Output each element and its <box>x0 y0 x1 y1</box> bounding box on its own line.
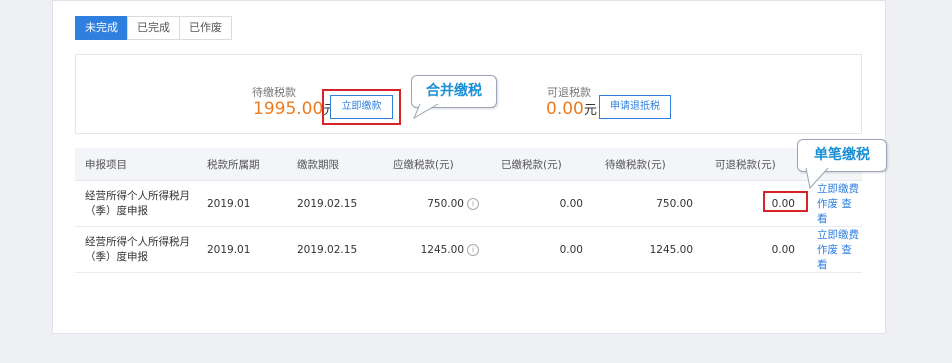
row-refundable: 0.00 <box>705 226 807 273</box>
tax-items-table: 申报项目 税款所属期 缴款期限 应缴税款(元) 已缴税款(元) 待缴税款(元) … <box>75 148 862 273</box>
row-item: 经营所得个人所得税月（季）度申报 <box>75 180 197 227</box>
info-icon[interactable]: i <box>467 197 479 210</box>
row-paid: 0.00 <box>491 180 595 227</box>
header-due: 应缴税款(元) <box>383 148 491 181</box>
row-due-value: 750.00 <box>427 197 464 210</box>
table-header-row: 申报项目 税款所属期 缴款期限 应缴税款(元) 已缴税款(元) 待缴税款(元) … <box>75 148 862 181</box>
header-period: 税款所属期 <box>197 148 287 181</box>
row-paid: 0.00 <box>491 226 595 273</box>
refundable-tax-unit: 元 <box>583 103 597 118</box>
tab-finished[interactable]: 已完成 <box>127 16 180 40</box>
table-row: 经营所得个人所得税月（季）度申报 2019.01 2019.02.15 1245… <box>75 226 862 273</box>
row-period: 2019.01 <box>197 180 287 227</box>
pay-fee-link[interactable]: 立即缴费 <box>817 229 859 241</box>
table-row: 经营所得个人所得税月（季）度申报 2019.01 2019.02.15 750.… <box>75 180 862 227</box>
row-actions: 立即缴费 作废 查看 <box>807 226 862 273</box>
row-due-value: 1245.00 <box>420 243 464 256</box>
row-item: 经营所得个人所得税月（季）度申报 <box>75 226 197 273</box>
row-deadline: 2019.02.15 <box>287 180 383 227</box>
row-pending: 1245.00 <box>595 226 705 273</box>
header-pending: 待缴税款(元) <box>595 148 705 181</box>
pay-now-highlight <box>322 89 401 125</box>
tab-voided[interactable]: 已作废 <box>179 16 232 40</box>
tab-unfinished[interactable]: 未完成 <box>75 16 128 40</box>
refundable-tax-amount: 0.00 <box>546 99 584 119</box>
void-link[interactable]: 作废 <box>817 244 838 256</box>
header-item: 申报项目 <box>75 148 197 181</box>
row-due: 750.00 i <box>383 180 491 227</box>
pending-tax-label: 待缴税款 <box>252 86 296 99</box>
header-paid: 已缴税款(元) <box>491 148 595 181</box>
status-tabs: 未完成 已完成 已作废 <box>75 16 232 40</box>
merge-callout-tail <box>412 104 439 120</box>
single-callout-tail <box>805 168 829 190</box>
void-link[interactable]: 作废 <box>817 198 838 210</box>
pending-tax-amount: 1995.00 <box>253 99 324 119</box>
info-icon[interactable]: i <box>467 243 479 256</box>
refundable-tax-value: 0.00元 <box>546 99 597 119</box>
row-due: 1245.00 i <box>383 226 491 273</box>
row-period: 2019.01 <box>197 226 287 273</box>
apply-refund-button[interactable]: 申请退抵税 <box>599 95 671 119</box>
row-pending: 750.00 <box>595 180 705 227</box>
pay-fee-highlight <box>763 191 808 212</box>
refundable-tax-label: 可退税款 <box>547 86 591 99</box>
row-deadline: 2019.02.15 <box>287 226 383 273</box>
header-deadline: 缴款期限 <box>287 148 383 181</box>
header-refundable: 可退税款(元) <box>705 148 807 181</box>
